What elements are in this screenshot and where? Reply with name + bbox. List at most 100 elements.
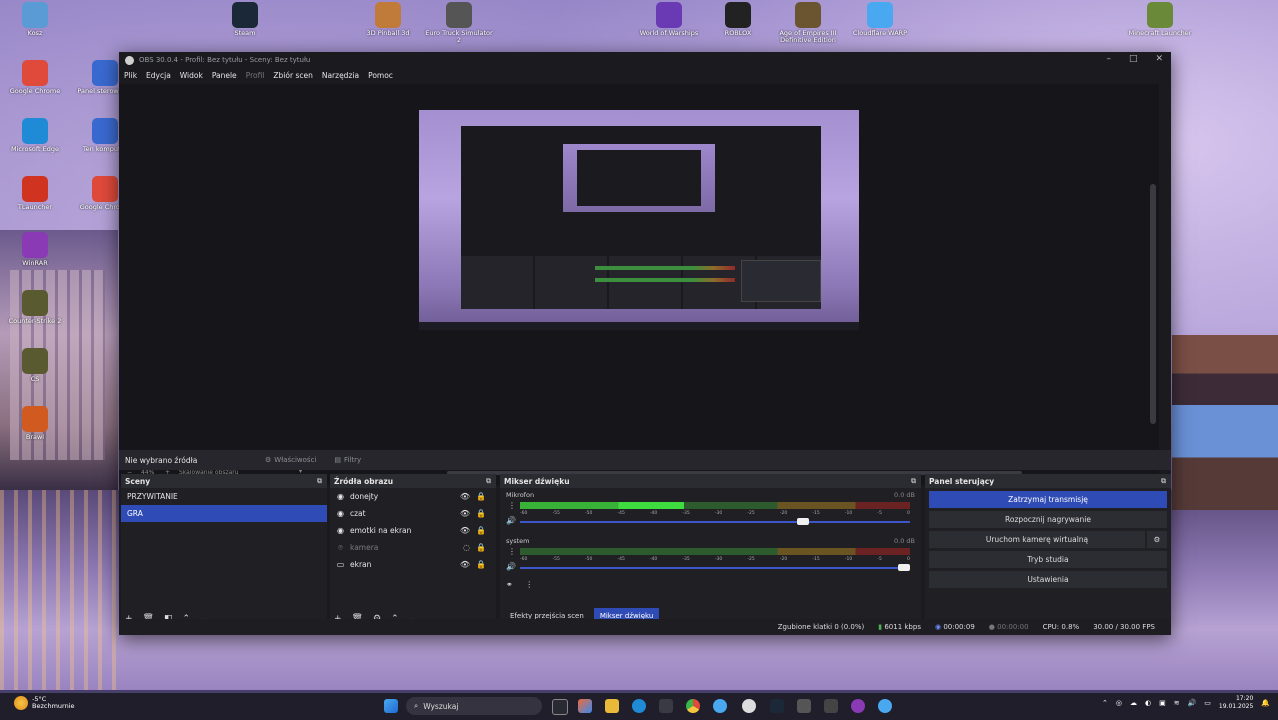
close-icon[interactable]: ✕	[1155, 54, 1163, 64]
settings-button[interactable]: Ustawienia	[929, 571, 1167, 588]
tray-app-icon[interactable]: ◎	[1116, 699, 1122, 707]
desktop-shortcut[interactable]: Minecraft Launcher	[1125, 2, 1195, 37]
status-bar: Zgubione klatki 0 (0.0%) ▮ 6011 kbps ◉ 0…	[119, 619, 1171, 635]
game-icon[interactable]	[797, 699, 811, 713]
speaker-icon[interactable]: 🔊	[506, 516, 516, 525]
tick-label: -10	[844, 511, 853, 516]
menu-help[interactable]: Pomoc	[368, 71, 393, 80]
preview-canvas[interactable]	[419, 110, 859, 330]
eye-icon[interactable]: 👁	[460, 509, 470, 518]
discord-icon[interactable]	[851, 699, 865, 713]
cloud-icon[interactable]: ☁	[1130, 699, 1137, 707]
desktop-shortcut[interactable]: Kosz	[0, 2, 70, 37]
tray-app-icon[interactable]: ▣	[1159, 699, 1166, 707]
wifi-icon[interactable]: ≋	[1174, 699, 1180, 707]
meter-ticks: -60 -55 -50 -45 -40 -35 -30 -25 -20 -15 -10 -5 0	[520, 511, 910, 516]
preview-area[interactable]: − 44% + Skalowanie obszaru ▾	[119, 84, 1159, 485]
source-item[interactable]: ◉ czat 👁 🔒	[330, 505, 496, 522]
speaker-icon[interactable]: 🔊	[506, 562, 516, 571]
link-icon[interactable]: ⚭	[506, 580, 513, 589]
menu-scene-collection[interactable]: Zbiór scen	[273, 71, 312, 80]
eye-icon[interactable]: 👁	[460, 526, 470, 535]
weather-widget[interactable]: -5°C Bezchmurnie	[14, 695, 75, 711]
steam-icon[interactable]	[770, 699, 784, 713]
clock[interactable]: 17:20 19.01.2025	[1219, 695, 1253, 711]
source-item[interactable]: ◉ emotki na ekran 👁 🔒	[330, 522, 496, 539]
desktop-shortcut[interactable]: ROBLOX	[703, 2, 773, 37]
properties-button[interactable]: ⚙ Właściwości	[259, 453, 322, 467]
lock-icon[interactable]: 🔒	[476, 560, 486, 569]
battery-icon[interactable]: ▭	[1204, 699, 1211, 707]
copilot-icon[interactable]	[578, 699, 592, 713]
virtual-camera-settings-button[interactable]: ⚙	[1147, 531, 1167, 548]
chrome-icon[interactable]	[686, 699, 700, 713]
start-recording-button[interactable]: Rozpocznij nagrywanie	[929, 511, 1167, 528]
popout-icon[interactable]: ⧉	[1161, 477, 1166, 486]
menu-tools[interactable]: Narzędzia	[322, 71, 359, 80]
lock-icon[interactable]: 🔒	[476, 509, 486, 518]
desktop-shortcut[interactable]: WinRAR	[0, 232, 70, 267]
search-box[interactable]: ⌕ Wyszukaj	[406, 697, 542, 715]
eye-off-icon[interactable]: ◌	[463, 543, 470, 552]
menu-docks[interactable]: Panele	[212, 71, 237, 80]
volume-slider-handle[interactable]	[898, 564, 910, 571]
tray-app-icon[interactable]: ◐	[1145, 699, 1151, 707]
lock-icon[interactable]: 🔒	[476, 543, 486, 552]
volume-icon[interactable]: 🔊	[1188, 699, 1197, 707]
menu-edit[interactable]: Edycja	[146, 71, 171, 80]
desktop-shortcut[interactable]: Age of Empires III Definitive Edition	[773, 2, 843, 44]
maximize-icon[interactable]: □	[1129, 54, 1138, 64]
desktop-shortcut[interactable]: 3D Pinball 3d	[353, 2, 423, 37]
desktop-shortcut[interactable]: Microsoft Edge	[0, 118, 70, 153]
menu-view[interactable]: Widok	[180, 71, 203, 80]
volume-slider[interactable]	[520, 518, 910, 525]
preview-vertical-scrollbar[interactable]	[1150, 184, 1156, 424]
popout-icon[interactable]: ⧉	[911, 477, 916, 486]
more-icon[interactable]: ⋮	[508, 501, 516, 510]
minimize-icon[interactable]: –	[1106, 54, 1111, 64]
volume-slider[interactable]	[520, 564, 910, 571]
scene-item[interactable]: PRZYWITANIE	[121, 488, 327, 505]
notifications-icon[interactable]: 🔔	[1261, 699, 1270, 707]
popout-icon[interactable]: ⧉	[486, 477, 491, 486]
desktop-shortcut[interactable]: Brawl	[0, 406, 70, 441]
more-icon[interactable]: ⋮	[525, 580, 533, 589]
store-icon[interactable]	[659, 699, 673, 713]
scene-item-selected[interactable]: GRA	[121, 505, 327, 522]
chevron-up-icon[interactable]: ⌃	[1102, 699, 1108, 707]
edge-icon[interactable]	[632, 699, 646, 713]
eye-icon[interactable]: 👁	[460, 492, 470, 501]
truck-icon[interactable]	[824, 699, 838, 713]
source-item[interactable]: ▭ ekran 👁 🔒	[330, 556, 496, 573]
source-item[interactable]: ⌾ kamera ◌ 🔒	[330, 539, 496, 556]
desktop-shortcut[interactable]: Euro Truck Simulator 2	[424, 2, 494, 44]
desktop-shortcut[interactable]: CS	[0, 348, 70, 383]
desktop-shortcut[interactable]: Counter-Strike 2	[0, 290, 70, 325]
filters-button[interactable]: ▤ Filtry	[328, 453, 367, 467]
popout-icon[interactable]: ⧉	[317, 477, 322, 486]
desktop-shortcut[interactable]: TLauncher	[0, 176, 70, 211]
menu-file[interactable]: Plik	[124, 71, 137, 80]
start-icon[interactable]	[384, 699, 398, 713]
task-view-icon[interactable]	[552, 699, 568, 715]
lock-icon[interactable]: 🔒	[476, 526, 486, 535]
stop-streaming-button[interactable]: Zatrzymaj transmisję	[929, 491, 1167, 508]
desktop-shortcut[interactable]: Cloudflare WARP	[845, 2, 915, 37]
desktop-shortcut[interactable]: Google Chrome	[0, 60, 70, 95]
controls-title-bar: Panel sterujący ⧉	[925, 474, 1171, 488]
app-icon[interactable]	[713, 699, 727, 713]
desktop-shortcut[interactable]: Steam	[210, 2, 280, 37]
warp-icon[interactable]	[878, 699, 892, 713]
desktop-shortcut-label: TLauncher	[17, 203, 53, 211]
desktop-shortcut[interactable]: World of Warships	[634, 2, 704, 37]
start-virtual-camera-button[interactable]: Uruchom kamerę wirtualną	[929, 531, 1145, 548]
source-item[interactable]: ◉ donejty 👁 🔒	[330, 488, 496, 505]
obs-icon[interactable]	[742, 699, 756, 713]
eye-icon[interactable]: 👁	[460, 560, 470, 569]
menu-profile[interactable]: Profil	[246, 71, 265, 80]
more-icon[interactable]: ⋮	[508, 547, 516, 556]
lock-icon[interactable]: 🔒	[476, 492, 486, 501]
file-explorer-icon[interactable]	[605, 699, 619, 713]
volume-slider-handle[interactable]	[796, 518, 809, 525]
studio-mode-button[interactable]: Tryb studia	[929, 551, 1167, 568]
